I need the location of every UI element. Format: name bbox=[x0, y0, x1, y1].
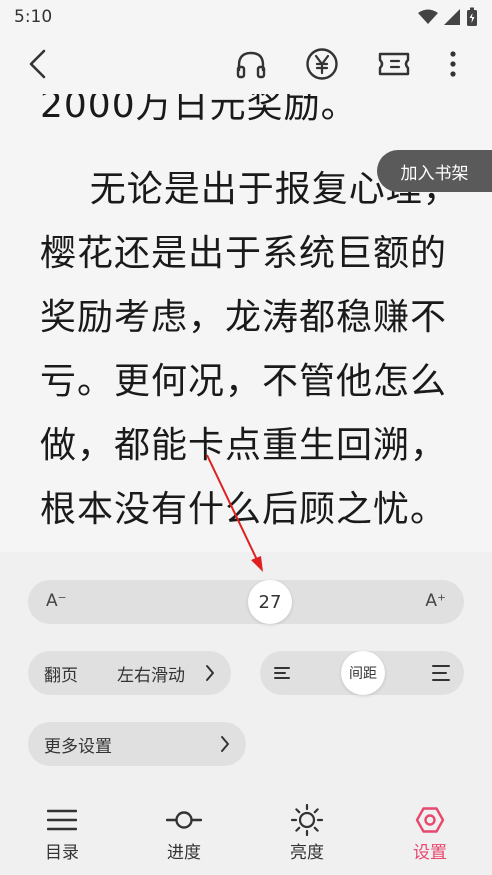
page-turn-value: 左右滑动 bbox=[117, 665, 185, 686]
page-turn-label: 翻页 bbox=[44, 665, 78, 686]
spacing-slider[interactable]: 间距 bbox=[260, 651, 464, 695]
chevron-right-icon bbox=[206, 665, 214, 681]
font-increase-button[interactable]: A⁺ bbox=[425, 591, 446, 611]
reader-line: 做，都能卡点重生回溯， bbox=[40, 425, 448, 466]
status-time: 5:10 bbox=[14, 7, 53, 27]
status-bar: 5:10 bbox=[0, 0, 492, 34]
nav-settings[interactable]: 设置 bbox=[390, 802, 470, 872]
reader-line: 奖励考虑，龙涛都稳赚不 bbox=[40, 297, 448, 338]
more-button[interactable] bbox=[433, 44, 473, 84]
page-turn-setting[interactable]: 翻页 左右滑动 bbox=[28, 651, 231, 695]
nav-brightness[interactable]: 亮度 bbox=[267, 802, 347, 872]
settings-panel: A⁻ 27 A⁺ 翻页 左右滑动 间距 更多设置 目录 进度 亮度 设置 bbox=[0, 552, 492, 875]
font-size-thumb[interactable]: 27 bbox=[248, 580, 292, 624]
yen-coin-icon bbox=[306, 48, 338, 80]
reward-button[interactable] bbox=[302, 44, 342, 84]
font-size-slider[interactable]: A⁻ 27 A⁺ bbox=[28, 580, 464, 624]
more-settings-label: 更多设置 bbox=[44, 736, 112, 757]
wifi-icon bbox=[418, 9, 438, 24]
reader-line: 樱花还是出于系统巨额的 bbox=[40, 233, 448, 274]
loose-spacing-icon[interactable] bbox=[432, 664, 450, 682]
nav-catalog[interactable]: 目录 bbox=[22, 802, 102, 872]
reader-line: 根本没有什么后顾之忧。 bbox=[40, 489, 448, 530]
battery-icon bbox=[467, 7, 477, 26]
ticket-button[interactable] bbox=[374, 44, 414, 84]
nav-catalog-label: 目录 bbox=[45, 843, 79, 863]
compact-spacing-icon[interactable] bbox=[274, 664, 292, 682]
chevron-left-icon bbox=[29, 49, 46, 79]
ticket-icon bbox=[378, 52, 410, 76]
bottom-nav: 目录 进度 亮度 设置 bbox=[0, 802, 492, 875]
menu-icon bbox=[47, 809, 77, 831]
listen-button[interactable] bbox=[231, 44, 271, 84]
add-to-bookshelf-button[interactable]: 加入书架 bbox=[377, 150, 492, 192]
nav-progress-label: 进度 bbox=[167, 843, 201, 863]
progress-icon bbox=[166, 811, 202, 829]
nav-settings-label: 设置 bbox=[413, 843, 447, 863]
reader-line: 2000万日元奖励。 bbox=[40, 94, 358, 126]
more-settings-button[interactable]: 更多设置 bbox=[28, 722, 246, 766]
chevron-right-icon bbox=[221, 736, 229, 752]
headphones-icon bbox=[236, 51, 266, 79]
brightness-icon bbox=[291, 804, 323, 836]
font-decrease-button[interactable]: A⁻ bbox=[46, 591, 67, 611]
reader-toolbar bbox=[0, 34, 492, 94]
spacing-thumb[interactable]: 间距 bbox=[341, 651, 385, 695]
nav-progress[interactable]: 进度 bbox=[144, 802, 224, 872]
reader-line: 亏。更何况，不管他怎么 bbox=[40, 361, 448, 402]
back-button[interactable] bbox=[18, 44, 58, 84]
more-vertical-icon bbox=[450, 51, 456, 77]
settings-icon bbox=[415, 807, 445, 833]
nav-brightness-label: 亮度 bbox=[290, 843, 324, 863]
status-icons bbox=[418, 7, 478, 27]
signal-icon bbox=[444, 9, 460, 25]
